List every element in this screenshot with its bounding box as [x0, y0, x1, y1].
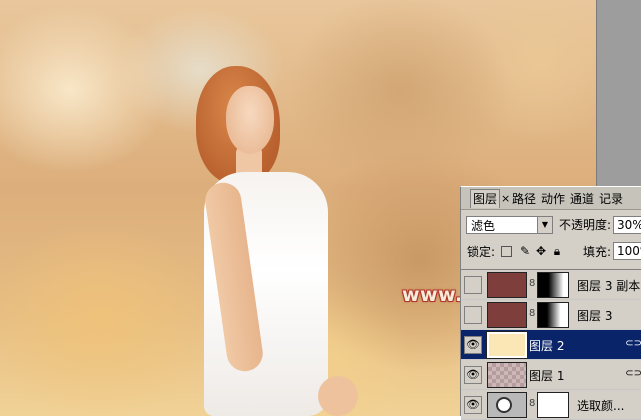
lock-transparency-icon[interactable] [501, 246, 512, 257]
layer-thumbnail [487, 302, 527, 328]
layer-name: 选取颜... [577, 399, 625, 413]
close-icon[interactable]: × [501, 191, 510, 207]
visibility-toggle[interactable] [464, 306, 482, 324]
layer-thumbnail [487, 362, 527, 388]
tab-layers[interactable]: 图层 [470, 189, 501, 208]
layer-row[interactable]: 8 图层 3 [461, 300, 641, 330]
layers-list: 8 图层 3 副本 8 图层 3 👁︎ 图层 2 ⊂⊃ 👁︎ 图层 1 ⊂⊃ 👁… [461, 269, 641, 420]
opacity-input[interactable]: 30% [613, 216, 641, 234]
link-icon: ⊂⊃ [625, 368, 641, 379]
eye-icon[interactable]: 👁︎ [464, 366, 482, 384]
link-icon: 8 [529, 308, 536, 319]
tab-channels[interactable]: 通道 [570, 190, 594, 208]
brush-icon[interactable]: ✎ [518, 244, 532, 258]
layer-name: 图层 3 副本 [577, 279, 641, 293]
tab-actions[interactable]: 动作 [541, 190, 565, 208]
photo-hand [318, 376, 358, 416]
fill-input[interactable]: 100% [613, 242, 641, 260]
tab-paths[interactable]: 路径 [512, 190, 536, 208]
layer-thumbnail [486, 331, 528, 359]
link-icon: ⊂⊃ [625, 338, 641, 349]
link-icon: 8 [529, 278, 536, 289]
eye-icon[interactable]: 👁︎ [464, 396, 482, 414]
layers-panel: 图层 × 路径 动作 通道 记录 滤色 ▼ 不透明度: 30% 锁定: ✎ ✥ … [460, 186, 641, 420]
lock-label: 锁定: [467, 245, 496, 259]
move-icon[interactable]: ✥ [534, 244, 548, 258]
blend-mode-select[interactable]: 滤色 ▼ [466, 216, 553, 234]
opacity-label: 不透明度: [559, 218, 612, 232]
fill-label: 填充: [583, 245, 612, 259]
link-icon: 8 [529, 398, 536, 409]
layer-mask-thumbnail[interactable] [537, 272, 569, 298]
visibility-toggle[interactable] [464, 276, 482, 294]
layer-name: 图层 2 [529, 339, 565, 353]
layer-row[interactable]: 8 图层 3 副本 [461, 270, 641, 300]
adjustment-layer-thumbnail [487, 392, 527, 418]
panel-tabs: 图层 × 路径 动作 通道 记录 [461, 187, 641, 210]
blend-mode-value: 滤色 [471, 219, 496, 233]
layer-name: 图层 1 [529, 369, 565, 383]
layer-mask-thumbnail[interactable] [537, 302, 569, 328]
layer-name: 图层 3 [577, 309, 613, 323]
lock-icon[interactable]: 🔒︎ [550, 244, 564, 258]
tab-history[interactable]: 记录 [599, 190, 623, 208]
eye-icon[interactable]: 👁︎ [464, 336, 482, 354]
photo-face [226, 86, 274, 154]
layer-thumbnail [487, 272, 527, 298]
layer-row-selected[interactable]: 👁︎ 图层 2 ⊂⊃ [461, 330, 641, 360]
adjustment-icon [496, 397, 512, 413]
chevron-down-icon[interactable]: ▼ [537, 217, 552, 233]
layer-mask-thumbnail[interactable] [537, 392, 569, 418]
layer-row[interactable]: 👁︎ 图层 1 ⊂⊃ [461, 360, 641, 390]
